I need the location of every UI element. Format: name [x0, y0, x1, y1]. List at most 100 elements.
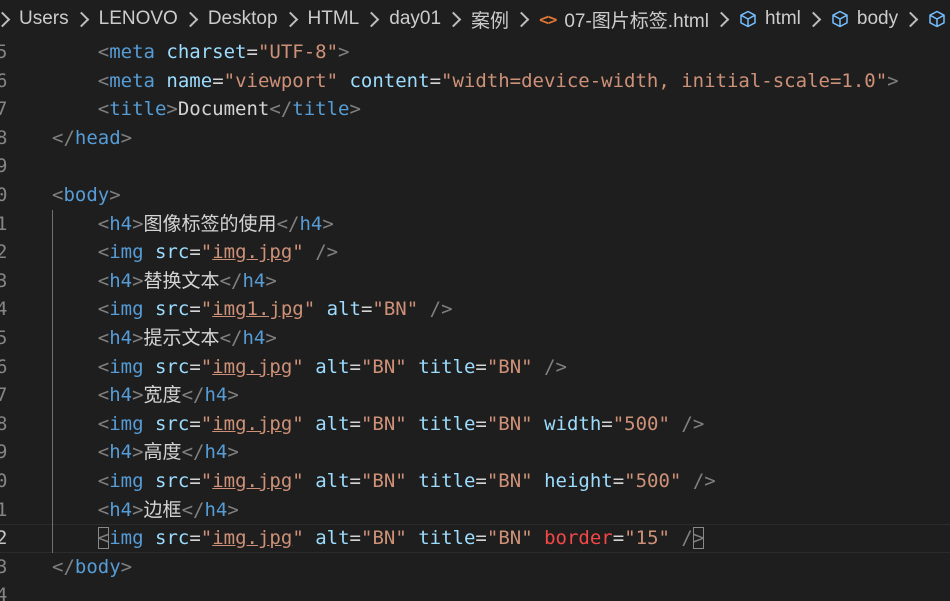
code-token: =: [475, 355, 487, 378]
line-number: 8: [0, 126, 8, 149]
line-number: 1: [0, 498, 8, 521]
code-line[interactable]: 6 <img src="img.jpg" alt="BN" title="BN"…: [0, 353, 950, 382]
breadcrumb-item[interactable]: <> 07-图片标签.html: [539, 6, 709, 33]
code-token: h4: [242, 327, 266, 349]
code-line[interactable]: 0 <body>: [0, 181, 950, 210]
code-token: <: [52, 355, 110, 378]
code-token: =: [612, 470, 625, 492]
code-line[interactable]: 1 <h4>边框</h4>: [0, 496, 950, 525]
code-token: ": [292, 355, 304, 378]
code-token: =: [189, 527, 201, 550]
breadcrumb-item[interactable]: body: [831, 8, 898, 30]
code-line[interactable]: 4: [0, 581, 950, 601]
line-number: 0: [0, 470, 8, 492]
breadcrumb-item[interactable]: Desktop: [208, 8, 278, 30]
code-token: />: [315, 241, 339, 264]
chevron-right-icon: [73, 11, 89, 27]
code-text: <h4>高度</h4>: [52, 438, 239, 467]
code-token: <: [52, 498, 110, 521]
code-line[interactable]: 2 <img src="img.jpg" alt="BN" title="BN"…: [0, 524, 950, 553]
code-line[interactable]: 5 <meta charset="UTF-8">: [0, 38, 950, 67]
code-line[interactable]: 7 <title>Document</title>: [0, 95, 950, 124]
code-line[interactable]: 3 <h4>替换文本</h4>: [0, 267, 950, 296]
code-token: =: [475, 527, 487, 550]
code-line[interactable]: 4 <img src="img1.jpg" alt="BN" />: [0, 295, 950, 324]
code-token: >: [265, 327, 277, 349]
code-token: <: [52, 327, 110, 349]
code-line[interactable]: 7 <h4>宽度</h4>: [0, 381, 950, 410]
code-token: "BN": [360, 470, 407, 492]
code-token: "BN": [372, 298, 419, 321]
html-file-icon: <>: [539, 9, 557, 29]
code-token: >: [132, 327, 144, 349]
code-token: >: [132, 212, 144, 235]
breadcrumb-item[interactable]: day01: [389, 8, 441, 30]
chevron-right-icon: [445, 11, 462, 27]
code-line[interactable]: 9 <h4>高度</h4>: [0, 438, 950, 467]
code-token: ": [200, 298, 213, 321]
code-token: img: [109, 241, 144, 264]
code-text: <img src="img.jpg" alt="BN" title="BN" w…: [52, 410, 705, 439]
breadcrumb-item[interactable]: Users: [19, 8, 69, 30]
breadcrumb-item[interactable]: html: [739, 8, 801, 30]
code-line[interactable]: 9: [0, 152, 950, 181]
code-line[interactable]: 3 </body>: [0, 553, 950, 582]
chevron-right-icon: [713, 11, 730, 27]
code-token: ": [292, 527, 304, 550]
code-token: >: [132, 498, 144, 521]
code-token: "BN": [361, 527, 407, 550]
breadcrumb-item[interactable]: 案例: [471, 6, 509, 33]
code-token: h4: [204, 441, 228, 464]
code-token: =: [246, 41, 258, 63]
code-token: =: [475, 412, 487, 435]
code-token: =: [212, 69, 224, 92]
code-line[interactable]: 2 <img src="img.jpg" />: [0, 238, 950, 267]
code-text: <img src="img.jpg" alt="BN" title="BN" h…: [52, 467, 716, 496]
code-line[interactable]: 6 <meta name="viewport" content="width=d…: [0, 67, 950, 96]
code-token: <: [52, 184, 64, 206]
code-token: "BN": [486, 470, 533, 492]
code-token: alt: [315, 355, 350, 378]
code-token: ": [200, 355, 213, 378]
breadcrumb-item[interactable]: img: [928, 8, 950, 30]
code-line[interactable]: 5 <h4>提示文本</h4>: [0, 324, 950, 353]
breadcrumb-label: Users: [19, 8, 69, 29]
code-editor[interactable]: 5 <meta charset="UTF-8"> 6 <meta name="vi…: [0, 38, 950, 601]
breadcrumb-item[interactable]: HTML: [308, 8, 360, 30]
cube-icon: [929, 10, 945, 28]
code-text: <img src="img.jpg" />: [52, 238, 338, 267]
code-line[interactable]: 8 </head>: [0, 124, 950, 153]
code-token: =: [189, 298, 201, 321]
code-token: img: [109, 470, 144, 492]
code-token: img: [109, 412, 144, 435]
code-token: h4: [109, 498, 133, 521]
code-line[interactable]: 8 <img src="img.jpg" alt="BN" title="BN"…: [0, 410, 950, 439]
code-line[interactable]: 1 <h4>图像标签的使用</h4>: [0, 210, 950, 239]
code-token: </: [181, 441, 205, 464]
code-token: =: [360, 298, 373, 321]
code-token: h4: [242, 269, 266, 292]
code-token: <: [52, 269, 110, 292]
code-token: />: [681, 412, 705, 435]
code-token: <: [52, 41, 110, 63]
code-text: <h4>宽度</h4>: [52, 381, 239, 410]
code-token: img.jpg: [212, 355, 293, 378]
breadcrumb-item[interactable]: LENOVO: [99, 8, 178, 30]
code-line[interactable]: 0 <img src="img.jpg" alt="BN" title="BN"…: [0, 467, 950, 496]
line-number: 6: [0, 69, 8, 92]
code-token: =: [189, 412, 201, 435]
code-token: >: [132, 441, 144, 464]
line-number: 9: [0, 441, 8, 464]
code-token: name: [166, 69, 213, 92]
